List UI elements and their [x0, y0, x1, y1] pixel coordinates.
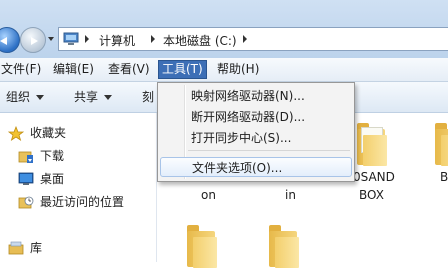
menu-help[interactable]: 帮助(H)	[214, 61, 262, 78]
menu-edit[interactable]: 编辑(E)	[50, 61, 97, 78]
downloads-folder-icon	[18, 151, 33, 163]
nav-recent-label: 最近访问的位置	[40, 195, 125, 209]
menu-file[interactable]: 文件(F)	[0, 61, 44, 78]
nav-favorites-label: 收藏夹	[30, 126, 67, 140]
computer-icon	[63, 32, 79, 45]
menu-item-label: 断开网络驱动器(D)...	[191, 110, 306, 124]
breadcrumb-separator[interactable]	[85, 35, 89, 43]
file-label[interactable]: in	[285, 188, 296, 202]
file-label[interactable]: on	[201, 188, 216, 202]
nav-desktop-label: 桌面	[40, 172, 65, 186]
breadcrumb-computer[interactable]: 计算机	[99, 32, 135, 49]
menu-item-label: 打开同步中心(S)...	[191, 131, 292, 145]
breadcrumb-local-disk[interactable]: 本地磁盘 (C:)	[163, 32, 237, 49]
nav-downloads-label: 下载	[40, 149, 65, 163]
address-box[interactable]: 计算机 本地磁盘 (C:)	[58, 27, 448, 51]
menu-item-folder-options[interactable]: 文件夹选项(O)...	[160, 157, 352, 177]
burn-button[interactable]: 刻	[142, 88, 154, 106]
menu-tools[interactable]: 工具(T)	[158, 60, 207, 79]
burn-label: 刻	[142, 90, 155, 104]
breadcrumb-separator[interactable]	[243, 35, 247, 43]
forward-arrow-icon	[31, 37, 38, 45]
share-button[interactable]: 共享	[74, 88, 113, 106]
organize-button[interactable]: 组织	[6, 88, 45, 106]
file-label[interactable]: BOX	[359, 188, 384, 202]
menu-item-open-sync-center[interactable]: 打开同步中心(S)...	[160, 128, 352, 148]
organize-label: 组织	[6, 90, 31, 104]
chevron-down-icon	[36, 95, 45, 100]
library-icon	[8, 241, 24, 255]
menu-separator	[188, 150, 350, 151]
recent-pages-dropdown[interactable]	[48, 37, 54, 41]
desktop-icon	[18, 172, 34, 185]
forward-button[interactable]	[20, 27, 46, 53]
menu-item-label: 映射网络驱动器(N)...	[191, 89, 305, 103]
menu-item-map-network-drive[interactable]: 映射网络驱动器(N)...	[160, 86, 352, 106]
share-label: 共享	[74, 90, 99, 104]
recent-places-icon	[18, 196, 34, 209]
back-button[interactable]	[0, 27, 20, 53]
chevron-down-icon	[104, 95, 113, 100]
menu-item-disconnect-network-drive[interactable]: 断开网络驱动器(D)...	[160, 107, 352, 127]
navigation-pane: 收藏夹 下载 桌面 最近访问的位置 库	[0, 113, 156, 262]
file-label[interactable]: B	[440, 170, 448, 184]
file-label[interactable]: 0SAND	[353, 170, 395, 184]
breadcrumb-separator[interactable]	[151, 35, 155, 43]
address-bar-area: 计算机 本地磁盘 (C:)	[0, 0, 448, 58]
star-icon	[8, 126, 24, 141]
tools-menu-dropdown: 映射网络驱动器(N)... 断开网络驱动器(D)... 打开同步中心(S)...…	[157, 82, 355, 182]
menu-bar: 文件(F) 编辑(E) 查看(V) 工具(T) 帮助(H)	[0, 58, 448, 82]
nav-libraries-label: 库	[30, 241, 43, 255]
menu-item-label: 文件夹选项(O)...	[192, 161, 283, 175]
back-arrow-icon	[0, 37, 7, 45]
menu-view[interactable]: 查看(V)	[105, 61, 153, 78]
